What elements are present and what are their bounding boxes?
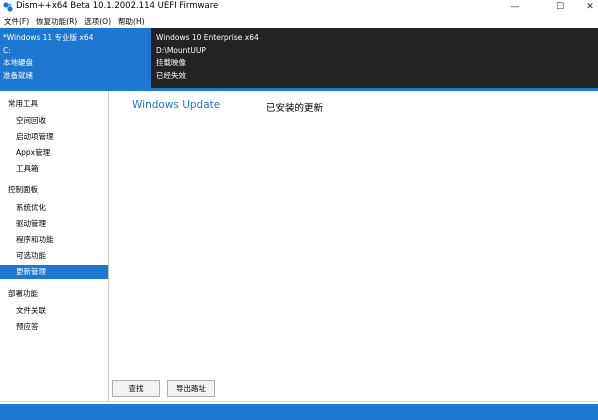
image-selector: *Windows 11 专业版 x64 C: 本地硬盘 准备就绪 Windows… (0, 28, 598, 88)
sidebar-item-appx[interactable]: Appx管理 (0, 146, 108, 160)
maximize-button[interactable]: ☐ (545, 0, 575, 14)
image-name: Windows 10 Enterprise x64 (156, 33, 259, 42)
sidebar-item-startup[interactable]: 启动项管理 (0, 130, 108, 144)
status-bar (0, 404, 598, 420)
sidebar-group-deployment: 部署功能 (8, 289, 38, 298)
image-path: D:\MountUUP (156, 45, 206, 55)
menu-help[interactable]: 帮助(H) (115, 16, 148, 27)
close-button[interactable]: ✕ (575, 0, 598, 14)
search-button[interactable]: 查找 (112, 380, 160, 397)
image-status: 准备就绪 (3, 70, 33, 80)
tab-installed-updates[interactable]: 已安装的更新 (266, 100, 323, 114)
sidebar-item-drivers[interactable]: 驱动管理 (0, 217, 108, 231)
sidebar-item-optional-features[interactable]: 可选功能 (0, 249, 108, 263)
image-panel-mounted[interactable]: Windows 10 Enterprise x64 D:\MountUUP 挂载… (153, 28, 598, 88)
sidebar: 常用工具 空间回收 启动项管理 Appx管理 工具箱 控制面板 系统优化 驱动管… (0, 91, 109, 401)
title-bar: Dism++x64 Beta 10.1.2002.114 UEFI Firmwa… (0, 0, 598, 14)
image-status: 已经失效 (156, 70, 186, 80)
status-divider (0, 401, 598, 402)
menu-options[interactable]: 选项(O) (81, 16, 114, 27)
image-type: 本地硬盘 (3, 58, 33, 67)
sidebar-item-space-cleanup[interactable]: 空间回收 (0, 114, 108, 128)
menu-file[interactable]: 文件(F) (1, 16, 32, 27)
sidebar-item-file-association[interactable]: 文件关联 (0, 304, 108, 318)
minimize-button[interactable]: — (500, 0, 530, 14)
sidebar-group-control-panel: 控制面板 (8, 185, 38, 194)
sidebar-item-system-optimize[interactable]: 系统优化 (0, 201, 108, 215)
window-title: Dism++x64 Beta 10.1.2002.114 UEFI Firmwa… (16, 1, 219, 11)
image-panel-current[interactable]: *Windows 11 专业版 x64 C: 本地硬盘 准备就绪 (0, 28, 151, 88)
image-path: C: (3, 45, 11, 55)
menu-bar: 文件(F) 恢复功能(R) 选项(O) 帮助(H) (0, 15, 598, 28)
sidebar-item-unattend[interactable]: 预应答 (0, 320, 108, 334)
image-type: 挂载映像 (156, 58, 186, 67)
export-button[interactable]: 导出路址 (167, 380, 215, 397)
sidebar-group-common-tools: 常用工具 (8, 99, 38, 108)
sidebar-item-programs[interactable]: 程序和功能 (0, 233, 108, 247)
sidebar-item-toolbox[interactable]: 工具箱 (0, 162, 108, 176)
menu-restore[interactable]: 恢复功能(R) (33, 16, 80, 27)
tab-windows-update[interactable]: Windows Update (132, 99, 220, 111)
main-content: Windows Update 已安装的更新 查找 导出路址 (110, 91, 598, 401)
image-name: *Windows 11 专业版 x64 (3, 33, 94, 42)
app-window: Dism++x64 Beta 10.1.2002.114 UEFI Firmwa… (0, 0, 598, 420)
app-logo-icon (3, 2, 13, 12)
sidebar-item-update-management[interactable]: 更新管理 (0, 265, 108, 279)
